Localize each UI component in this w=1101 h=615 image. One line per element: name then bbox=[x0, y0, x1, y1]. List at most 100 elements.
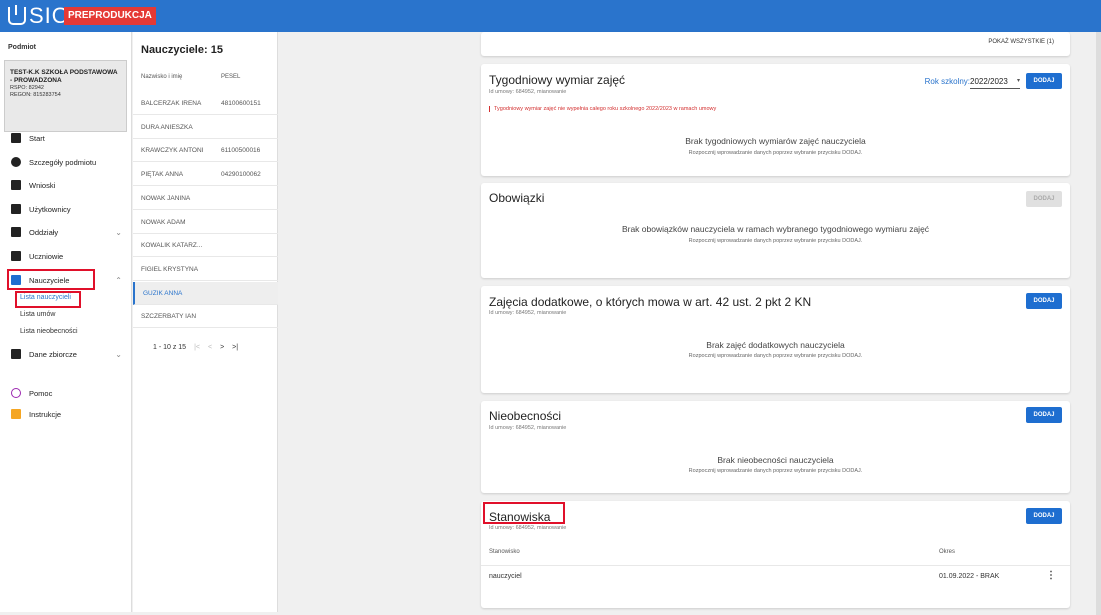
teacher-list-panel: Nauczyciele: 15 Nazwisko i imię PESEL BA… bbox=[133, 32, 278, 612]
sidebar-item-users[interactable]: Użytkownicy bbox=[0, 198, 132, 220]
top-bar: SIO PREPRODUKCJA bbox=[0, 0, 1101, 32]
duties-card: Obowiązki DODAJ Brak obowiązków nauczyci… bbox=[481, 183, 1070, 278]
show-all-card: POKAŻ WSZYSTKIE (1) bbox=[481, 32, 1070, 56]
teacher-name: NOWAK ADAM bbox=[141, 218, 186, 226]
sidebar-item-summary-data[interactable]: Dane zbiorcze ⌄ bbox=[0, 343, 132, 365]
absence-title: Nieobecności bbox=[489, 409, 562, 423]
sidebar-item-label: Szczegóły podmiotu bbox=[29, 157, 97, 167]
teacher-name: KOWALIK KATARZ... bbox=[141, 242, 203, 250]
duties-empty-title: Brak obowiązków nauczyciela w ramach wyb… bbox=[621, 224, 930, 234]
chevron-down-icon: ⌄ bbox=[115, 227, 122, 237]
teacher-name: DURA ANIESZKA bbox=[141, 123, 193, 131]
teacher-row[interactable]: DURA ANIESZKA bbox=[133, 116, 278, 139]
highlight-teachers bbox=[7, 269, 95, 290]
teacher-pesel: 04290100062 bbox=[221, 171, 261, 179]
teacher-row[interactable]: KRAWCZYK ANTONI 61100500016 bbox=[133, 139, 278, 163]
column-header-pesel[interactable]: PESEL bbox=[221, 74, 240, 80]
teacher-row[interactable]: FIGIEL KRYSTYNA bbox=[133, 258, 278, 281]
weekly-hours-card: Tygodniowy wymiar zajęć Id umowy: 684952… bbox=[481, 64, 1070, 176]
sidebar-item-instructions[interactable]: Instrukcje bbox=[0, 403, 132, 425]
teacher-pesel: 61100500016 bbox=[221, 147, 261, 155]
prev-page-icon[interactable]: < bbox=[208, 344, 212, 351]
add-weekly-button[interactable]: DODAJ bbox=[1026, 73, 1062, 89]
entity-section-label: Podmiot bbox=[8, 44, 36, 51]
duties-title: Obowiązki bbox=[489, 191, 545, 205]
page-range: 1 - 10 z 15 bbox=[153, 344, 187, 351]
weekly-empty-title: Brak tygodniowych wymiarów zajęć nauczyc… bbox=[685, 136, 866, 146]
teacher-row[interactable]: BALCERZAK IRENA 48100600151 bbox=[133, 92, 278, 115]
add-duty-button[interactable]: DODAJ bbox=[1026, 191, 1062, 207]
teacher-row[interactable]: KOWALIK KATARZ... bbox=[133, 234, 278, 258]
add-absence-button[interactable]: DODAJ bbox=[1026, 407, 1062, 423]
building-icon bbox=[11, 227, 21, 237]
sidebar-item-label: Wnioski bbox=[29, 180, 56, 190]
sidebar-item-start[interactable]: Start bbox=[0, 127, 132, 149]
school-year-value: 2022/2023 bbox=[970, 77, 1008, 86]
extra-classes-card: Zajęcia dodatkowe, o których mowa w art.… bbox=[481, 286, 1070, 393]
teacher-name: SZCZERBATY IAN bbox=[141, 313, 197, 321]
teacher-row[interactable]: NOWAK ADAM bbox=[133, 211, 278, 234]
extra-classes-title: Zajęcia dodatkowe, o których mowa w art.… bbox=[489, 295, 812, 309]
entity-name: TEST-K.K SZKOŁA PODSTAWOWA - PROWADZONA bbox=[10, 69, 118, 84]
school-year-select[interactable]: 2022/2023 ▾ bbox=[970, 74, 1020, 89]
sidebar-item-label: Start bbox=[29, 133, 45, 143]
help-icon bbox=[11, 388, 21, 398]
more-options-icon[interactable]: ⋮ bbox=[1046, 570, 1056, 581]
school-year-label: Rok szkolny: bbox=[924, 77, 970, 86]
next-page-icon[interactable]: > bbox=[220, 344, 224, 351]
teacher-count-title: Nauczyciele: 15 bbox=[141, 44, 223, 56]
entity-card[interactable]: TEST-K.K SZKOŁA PODSTAWOWA - PROWADZONA … bbox=[4, 60, 127, 132]
chevron-up-icon: ⌃ bbox=[115, 275, 122, 285]
show-all-button[interactable]: POKAŻ WSZYSTKIE (1) bbox=[988, 39, 1054, 45]
sidebar-item-label: Oddziały bbox=[29, 227, 59, 237]
info-icon bbox=[11, 157, 21, 167]
sidebar-item-divisions[interactable]: Oddziały ⌄ bbox=[0, 221, 132, 243]
grid-icon bbox=[11, 133, 21, 143]
duties-empty-subtitle: Rozpocznij wprowadzanie danych poprzez w… bbox=[688, 238, 863, 244]
person-icon bbox=[11, 180, 21, 190]
teacher-name: GUZIK ANNA bbox=[143, 289, 183, 297]
weekly-hours-contract: Id umowy: 684952, mianowanie bbox=[489, 89, 567, 95]
entity-rspo: RSPO: 82942 bbox=[10, 85, 44, 91]
teacher-row[interactable]: SZCZERBATY IAN bbox=[133, 305, 278, 329]
environment-badge: PREPRODUKCJA bbox=[64, 7, 156, 25]
positions-card: Stanowiska Id umowy: 684952, mianowanie … bbox=[481, 501, 1070, 608]
sio-logo[interactable]: SIO bbox=[8, 3, 70, 28]
column-header-name[interactable]: Nazwisko i imię bbox=[141, 74, 182, 80]
teacher-row[interactable]: NOWAK JANINA bbox=[133, 187, 278, 210]
graduation-cap-icon bbox=[11, 251, 21, 261]
teacher-name: BALCERZAK IRENA bbox=[141, 100, 202, 107]
entity-regon: REGON: 815283754 bbox=[10, 92, 61, 98]
divider bbox=[481, 565, 1070, 566]
teacher-name: PIĘTAK ANNA bbox=[141, 171, 184, 179]
sidebar-item-applications[interactable]: Wnioski bbox=[0, 174, 132, 196]
teacher-row[interactable]: GUZIK ANNA bbox=[133, 281, 278, 305]
extra-classes-empty-title: Brak zajęć dodatkowych nauczyciela bbox=[706, 340, 845, 350]
teacher-row[interactable]: PIĘTAK ANNA 04290100062 bbox=[133, 163, 278, 187]
sidebar-subitem-contract-list[interactable]: Lista umów bbox=[20, 311, 55, 318]
last-page-icon[interactable]: >| bbox=[232, 344, 238, 351]
sidebar-subitem-absence-list[interactable]: Lista nieobecności bbox=[20, 328, 78, 335]
position-cell: nauczyciel bbox=[489, 573, 522, 580]
weekly-warning: Tygodniowy wymiar zajęć nie wypełnia cał… bbox=[489, 106, 716, 112]
first-page-icon[interactable]: |< bbox=[194, 344, 200, 351]
logo-icon bbox=[8, 5, 26, 25]
scrollbar[interactable] bbox=[1096, 32, 1101, 615]
add-extra-class-button[interactable]: DODAJ bbox=[1026, 293, 1062, 309]
sidebar-item-entity-details[interactable]: Szczegóły podmiotu bbox=[0, 151, 132, 173]
positions-contract: Id umowy: 684952, mianowanie bbox=[489, 525, 567, 531]
chevron-down-icon: ⌄ bbox=[115, 349, 122, 359]
weekly-hours-title: Tygodniowy wymiar zajęć bbox=[489, 73, 626, 87]
teacher-pesel: 48100600151 bbox=[221, 100, 261, 107]
teacher-name: FIGIEL KRYSTYNA bbox=[141, 265, 199, 273]
teacher-name: KRAWCZYK ANTONI bbox=[141, 147, 204, 155]
column-header-position: Stanowisko bbox=[489, 549, 520, 555]
sidebar-item-label: Uczniowie bbox=[29, 251, 64, 261]
pagination: 1 - 10 z 15 |< < > >| bbox=[153, 344, 238, 351]
highlight-positions-title bbox=[483, 502, 565, 524]
add-position-button[interactable]: DODAJ bbox=[1026, 508, 1062, 524]
extra-classes-contract: Id umowy: 684952, mianowanie bbox=[489, 310, 567, 316]
sidebar-item-help[interactable]: Pomoc bbox=[0, 382, 132, 404]
sidebar-item-label: Dane zbiorcze bbox=[29, 349, 77, 359]
sidebar-item-students[interactable]: Uczniowie bbox=[0, 245, 132, 267]
